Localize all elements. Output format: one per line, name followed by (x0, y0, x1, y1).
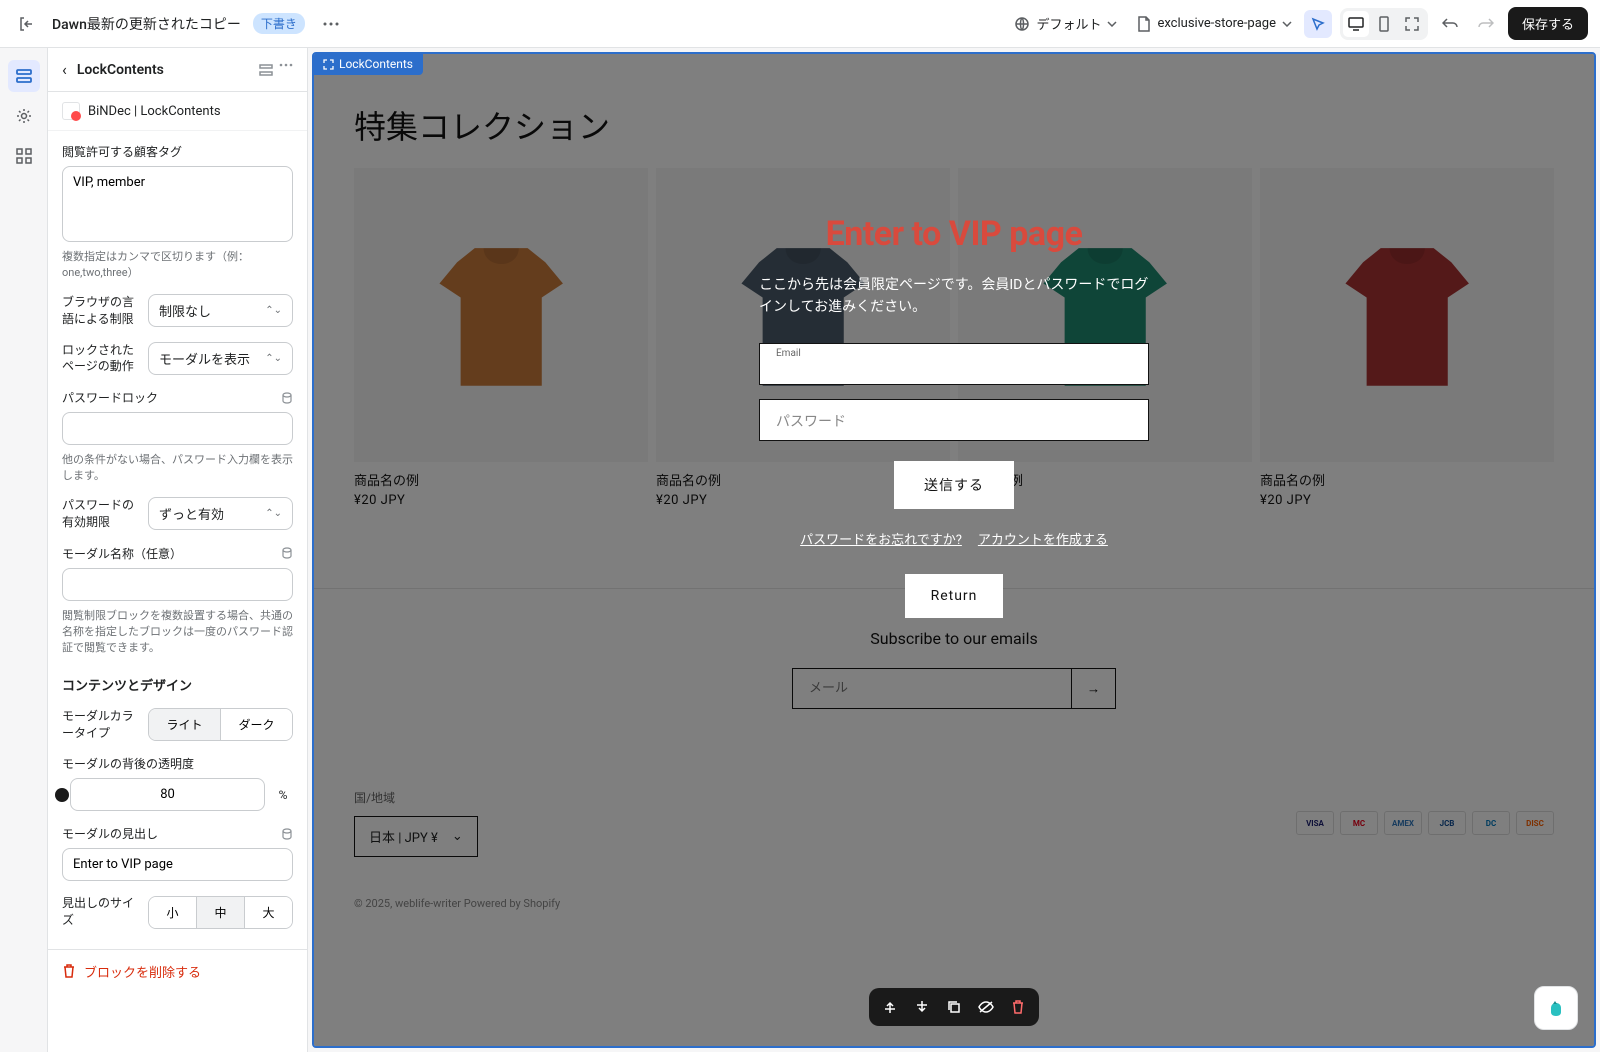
file-icon (1137, 16, 1151, 32)
size-medium-button[interactable]: 中 (197, 897, 245, 928)
canvas-toolbar (869, 988, 1039, 1026)
sidebar-header: ‹ LockContents (48, 48, 307, 92)
delete-block-button[interactable]: ブロックを削除する (48, 949, 307, 993)
section-icon[interactable] (259, 63, 273, 77)
canvas-selection-tag: LockContents (313, 53, 423, 75)
expand-icon (323, 59, 334, 70)
dynamic-source-icon[interactable] (281, 392, 293, 404)
customer-tags-field: 閲覧許可する顧客タグ VIP, member 複数指定はカンマで区切ります（例：… (62, 143, 293, 280)
left-rail (0, 48, 48, 1052)
lock-modal-overlay: Enter to VIP page ここから先は会員限定ページです。会員IDとパ… (314, 54, 1594, 1046)
app-logo-icon (62, 102, 80, 120)
page-title: Dawn最新の更新されたコピー (52, 14, 241, 34)
inspector-toggle[interactable] (1304, 10, 1332, 38)
desktop-view-button[interactable] (1343, 11, 1369, 37)
chevron-down-icon (1282, 21, 1292, 27)
canvas-wrap: LockContents 特集コレクション 商品名の例¥20 JPY商品名の例¥… (308, 48, 1600, 1052)
device-toggle-group (1340, 8, 1428, 40)
modal-description: ここから先は会員限定ページです。会員IDとパスワードでログインしてお進みください… (759, 274, 1149, 319)
opacity-value-input[interactable] (70, 778, 265, 811)
modal-heading-field: モーダルの見出し (62, 825, 293, 881)
modal-color-field: モーダルカラータイプ ライト ダーク (62, 708, 293, 742)
lang-restrict-select[interactable]: 制限なし⌃⌄ (148, 294, 293, 327)
move-down-button[interactable] (911, 996, 933, 1018)
password-lock-field: パスワードロック 他の条件がない場合、パスワード入力欄を表示します。 (62, 389, 293, 483)
sections-tab[interactable] (8, 60, 40, 92)
redo-button[interactable] (1472, 10, 1500, 38)
chevron-down-icon (1107, 21, 1117, 27)
heading-size-field: 見出しのサイズ 小 中 大 (62, 895, 293, 929)
modal-return-button[interactable]: Return (905, 574, 1004, 618)
sidebar-panel: ‹ LockContents BiNDec | LockContents 閲覧許… (48, 48, 308, 1052)
mobile-view-button[interactable] (1371, 11, 1397, 37)
modal-email-field[interactable]: Email (759, 343, 1149, 385)
fullscreen-view-button[interactable] (1399, 11, 1425, 37)
more-menu-button[interactable] (317, 10, 345, 38)
trash-icon (62, 964, 76, 978)
tags-help: 複数指定はカンマで区切ります（例：one,two,three） (62, 248, 293, 280)
design-section-heading: コンテンツとデザイン (62, 675, 293, 694)
modal-submit-button[interactable]: 送信する (894, 461, 1014, 509)
page-file-selector[interactable]: exclusive-store-page (1137, 16, 1292, 32)
modal-title: Enter to VIP page (759, 214, 1149, 254)
customer-tags-input[interactable]: VIP, member (62, 166, 293, 242)
back-button[interactable]: ‹ (62, 60, 67, 79)
save-button[interactable]: 保存する (1508, 7, 1588, 40)
modal-heading-input[interactable] (62, 848, 293, 881)
modal-name-field: モーダル名称（任意） 閲覧制限ブロックを複数設置する場合、共通の名称を指定したブ… (62, 545, 293, 655)
preset-selector[interactable]: デフォルト (1014, 14, 1117, 33)
color-dark-button[interactable]: ダーク (221, 709, 292, 740)
lang-restrict-field: ブラウザの言語による制限 制限なし⌃⌄ (62, 294, 293, 328)
password-expiry-field: パスワードの有効期限 ずっと有効⌃⌄ (62, 497, 293, 531)
storefront-page: 特集コレクション 商品名の例¥20 JPY商品名の例¥20 JPY商品名の例¥2… (314, 54, 1594, 1046)
app-source-row[interactable]: BiNDec | LockContents (48, 92, 307, 131)
section-more-button[interactable] (279, 63, 293, 77)
canvas[interactable]: LockContents 特集コレクション 商品名の例¥20 JPY商品名の例¥… (312, 52, 1596, 1048)
delete-button[interactable] (1007, 996, 1029, 1018)
globe-icon (1014, 16, 1030, 32)
color-light-button[interactable]: ライト (149, 709, 221, 740)
apps-tab[interactable] (8, 140, 40, 172)
size-large-button[interactable]: 大 (245, 897, 292, 928)
duplicate-button[interactable] (943, 996, 965, 1018)
assistant-fab[interactable] (1534, 986, 1578, 1030)
hide-button[interactable] (975, 996, 997, 1018)
dynamic-source-icon[interactable] (281, 547, 293, 559)
forgot-password-link[interactable]: パスワードをお忘れですか? (800, 529, 962, 548)
undo-button[interactable] (1436, 10, 1464, 38)
section-title: LockContents (77, 62, 249, 78)
draft-badge: 下書き (253, 13, 305, 34)
password-expiry-select[interactable]: ずっと有効⌃⌄ (148, 497, 293, 530)
create-account-link[interactable]: アカウントを作成する (978, 529, 1108, 548)
settings-tab[interactable] (8, 100, 40, 132)
modal-name-input[interactable] (62, 568, 293, 601)
move-up-button[interactable] (879, 996, 901, 1018)
size-small-button[interactable]: 小 (149, 897, 197, 928)
dynamic-source-icon[interactable] (281, 828, 293, 840)
modal-password-field[interactable] (759, 399, 1149, 441)
exit-button[interactable] (12, 10, 40, 38)
locked-behavior-select[interactable]: モーダルを表示⌃⌄ (148, 342, 293, 375)
locked-behavior-field: ロックされたページの動作 モーダルを表示⌃⌄ (62, 342, 293, 376)
opacity-field: モーダルの背後の透明度 % (62, 755, 293, 811)
hand-wave-icon (1544, 996, 1568, 1020)
password-lock-input[interactable] (62, 412, 293, 445)
lock-modal: Enter to VIP page ここから先は会員限定ページです。会員IDとパ… (759, 214, 1149, 618)
topbar: Dawn最新の更新されたコピー 下書き デフォルト exclusive-stor… (0, 0, 1600, 48)
